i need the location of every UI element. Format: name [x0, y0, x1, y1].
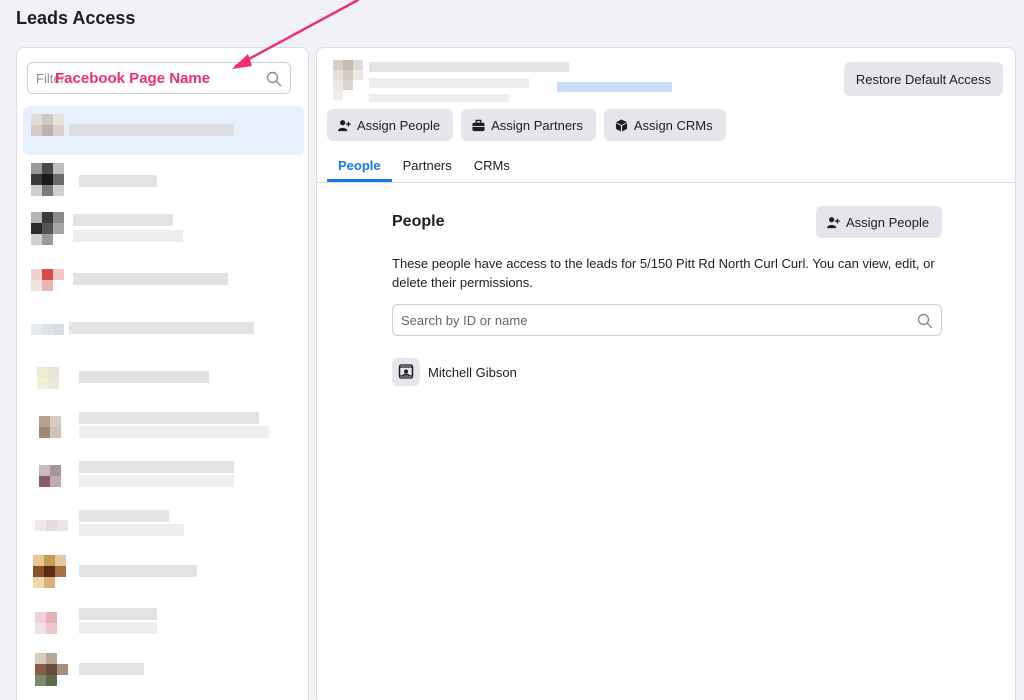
page-avatar [31, 359, 65, 391]
people-search-input[interactable] [401, 311, 881, 329]
page-list-item[interactable] [17, 498, 308, 547]
briefcase-icon [472, 119, 485, 131]
annotation-label: Facebook Page Name [55, 70, 211, 87]
person-card-icon [392, 358, 420, 386]
page-list-item[interactable] [17, 204, 308, 253]
page-list [17, 106, 308, 694]
page-list-item[interactable] [23, 106, 304, 155]
page-list-item[interactable] [17, 449, 308, 498]
add-person-icon [338, 119, 351, 131]
person-row[interactable]: Mitchell Gibson [392, 358, 517, 386]
tab-divider [317, 182, 1015, 183]
page-list-item[interactable] [17, 253, 308, 302]
tab-people[interactable]: People [327, 152, 392, 182]
page-list-item[interactable] [17, 351, 308, 400]
section-assign-people-label: Assign People [846, 214, 930, 230]
tab-bar: People Partners CRMs [327, 152, 521, 182]
person-name: Mitchell Gibson [428, 364, 517, 380]
page-list-item[interactable] [17, 155, 308, 204]
page-avatar [31, 114, 65, 146]
page-avatar [31, 604, 65, 636]
page-list-panel [16, 47, 309, 700]
page-avatar [31, 653, 68, 686]
search-icon [917, 313, 933, 329]
section-title: People [392, 213, 445, 230]
page-list-item[interactable] [17, 547, 308, 596]
people-search-box[interactable] [392, 304, 942, 336]
add-person-icon [827, 216, 840, 228]
assign-people-button[interactable]: Assign People [327, 109, 454, 141]
page-list-item[interactable] [17, 302, 308, 351]
annotation-arrow-icon [232, 0, 360, 69]
assign-actions: Assign People Assign Partners Assign CRM… [327, 109, 726, 141]
tab-partners[interactable]: Partners [392, 152, 463, 182]
page-avatar [31, 163, 65, 196]
page-avatar [31, 506, 68, 538]
assign-crms-label: Assign CRMs [633, 117, 713, 133]
page-title: Leads Access [16, 8, 136, 28]
assign-crms-button[interactable]: Assign CRMs [603, 109, 726, 141]
page-list-item[interactable] [17, 645, 308, 694]
page-avatar [31, 408, 65, 440]
restore-default-access-button[interactable]: Restore Default Access [843, 62, 1003, 96]
assign-people-label: Assign People [357, 117, 441, 133]
details-panel: Restore Default Access Assign People Ass… [316, 47, 1016, 700]
page-avatar [31, 310, 65, 342]
page-avatar [31, 261, 65, 293]
cube-icon [615, 118, 627, 132]
page-list-item[interactable] [17, 400, 308, 449]
page-avatar [31, 212, 65, 245]
page-avatar [31, 555, 66, 588]
tab-crms[interactable]: CRMs [463, 152, 521, 182]
page-list-item[interactable] [17, 596, 308, 645]
section-description: These people have access to the leads fo… [392, 256, 935, 290]
assign-partners-button[interactable]: Assign Partners [461, 109, 596, 141]
assign-partners-label: Assign Partners [491, 117, 583, 133]
page-avatar [31, 457, 65, 489]
section-assign-people-button[interactable]: Assign People [816, 206, 943, 238]
